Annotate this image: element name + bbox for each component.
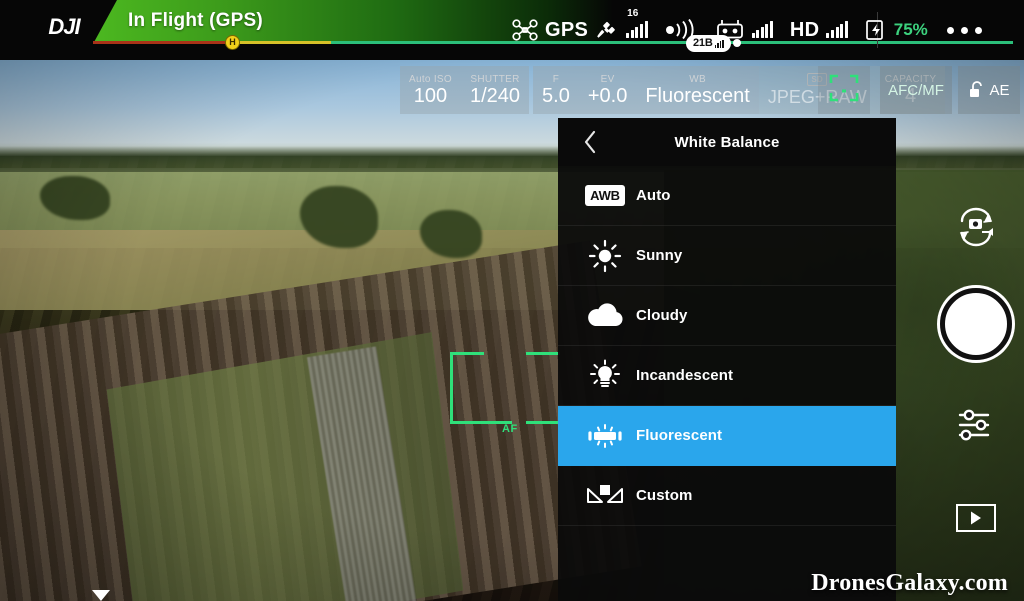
playback-button[interactable] — [956, 504, 996, 532]
battery-percent: 75% — [893, 20, 928, 39]
status-icon-cluster: GPS 16 HD 75% — [512, 0, 928, 60]
dji-logo: DJI — [48, 14, 80, 39]
more-options-button[interactable] — [936, 17, 992, 43]
white-balance-header: White Balance — [558, 118, 896, 166]
wb-option-label: Cloudy — [636, 307, 688, 324]
back-button[interactable] — [576, 128, 604, 156]
cloud-icon — [578, 296, 632, 336]
afc-mf-button[interactable]: AFC/MF — [880, 66, 952, 114]
wb-option-sunny[interactable]: Sunny — [558, 226, 896, 286]
setting-wb-value: Fluorescent — [645, 84, 750, 107]
custom-wb-icon — [578, 476, 632, 516]
setting-aperture-label: F — [552, 73, 560, 85]
setting-white-balance[interactable]: WB Fluorescent — [636, 66, 759, 114]
ae-lock-label: AE — [989, 81, 1010, 99]
flight-status-text: In Flight (GPS) — [128, 10, 263, 31]
setting-iso-value: 100 — [413, 84, 448, 107]
drone-icon — [512, 19, 538, 41]
setting-iso-label: Auto ISO — [409, 73, 452, 85]
wb-option-label: Incandescent — [636, 367, 734, 384]
focus-mode-button[interactable] — [818, 66, 870, 114]
af-focus-reticle — [450, 352, 560, 424]
ae-lock-button[interactable]: AE — [958, 66, 1020, 114]
fluorescent-icon — [578, 416, 632, 456]
wb-option-label: Auto — [636, 187, 671, 204]
home-point-marker: H — [225, 35, 240, 50]
lightbulb-icon — [578, 356, 632, 396]
attitude-marker-icon — [92, 590, 110, 601]
wb-option-incandescent[interactable]: Incandescent — [558, 346, 896, 406]
reticle-corner-br-h — [526, 421, 560, 424]
setting-wb-label: WB — [689, 73, 706, 85]
setting-ev-label: EV — [600, 73, 615, 85]
setting-shutter-label: SHUTTER — [470, 73, 520, 85]
reticle-corner-tr-h — [526, 352, 560, 355]
site-watermark: DronesGalaxy.com — [811, 570, 1008, 596]
remote-controller-icon — [715, 18, 745, 42]
track-segment-red — [93, 41, 233, 44]
camera-video-swap-button[interactable] — [952, 205, 1000, 249]
reticle-corner-tl-v — [450, 352, 453, 424]
af-label: AF — [502, 423, 518, 435]
battery-icon — [865, 18, 887, 42]
more-dot — [946, 26, 954, 34]
setting-iso[interactable]: Auto ISO 100 — [400, 66, 461, 114]
wb-option-label: Fluorescent — [636, 427, 723, 444]
sun-icon — [578, 236, 632, 276]
satellite-count: 16 — [627, 8, 639, 19]
setting-shutter[interactable]: SHUTTER 1/240 — [460, 66, 530, 114]
wb-option-fluorescent[interactable]: Fluorescent — [558, 406, 896, 466]
wb-option-label: Sunny — [636, 247, 683, 264]
awb-chip-icon: AWB — [578, 176, 632, 216]
track-segment-yellow — [233, 41, 331, 44]
setting-aperture-value: 5.0 — [542, 84, 570, 107]
top-status-bar: DJI In Flight (GPS) H GPS 16 HD 75% 21B — [0, 0, 1024, 60]
camera-settings-button[interactable] — [954, 404, 998, 446]
shutter-button[interactable] — [940, 288, 1012, 360]
setting-shutter-value: 1/240 — [469, 84, 521, 107]
panel-title: White Balance — [674, 133, 780, 151]
reticle-corner-tl-h — [450, 352, 484, 355]
setting-ev-value: +0.0 — [587, 84, 628, 107]
gps-label: GPS — [545, 18, 589, 41]
more-dot — [960, 26, 968, 34]
rc-signal-bars-icon — [751, 21, 773, 38]
hd-label: HD — [789, 18, 820, 41]
afc-mf-label: AFC/MF — [888, 81, 944, 99]
wb-option-custom[interactable]: Custom — [558, 466, 896, 526]
more-dot — [974, 26, 982, 34]
unlock-icon — [968, 80, 986, 100]
satellite-icon — [595, 18, 619, 42]
setting-ev[interactable]: EV +0.0 — [578, 66, 637, 114]
transmission-waves-icon — [664, 19, 698, 41]
awb-chip-label: AWB — [585, 185, 625, 206]
white-balance-panel: White Balance AWB Auto Sunny Cloudy Inca… — [558, 118, 896, 601]
hd-signal-bars-icon — [826, 21, 848, 38]
wb-option-cloudy[interactable]: Cloudy — [558, 286, 896, 346]
wb-option-label: Custom — [636, 487, 693, 504]
wb-option-auto[interactable]: AWB Auto — [558, 166, 896, 226]
setting-aperture[interactable]: F 5.0 — [533, 66, 579, 114]
gps-signal-bars-icon — [626, 21, 648, 38]
focus-frame-icon — [829, 74, 859, 107]
